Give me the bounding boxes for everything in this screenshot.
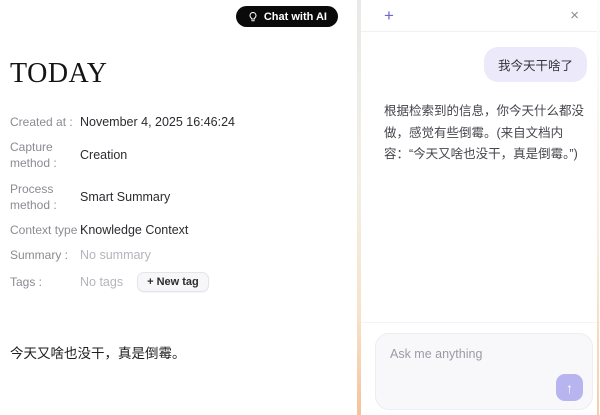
close-icon[interactable]: × — [570, 8, 579, 23]
meta-value: No summary — [80, 248, 151, 263]
send-button[interactable]: ↑ — [556, 374, 583, 401]
assistant-message-text: 根据检索到的信息，你今天什么都没做，感觉有些倒霉。(来自文档内容：“今天又啥也没… — [384, 104, 585, 161]
meta-value: November 4, 2025 16:46:24 — [80, 115, 235, 130]
arrow-up-icon: ↑ — [566, 379, 573, 396]
new-tag-button[interactable]: + New tag — [137, 272, 209, 293]
meta-label: Context type : — [10, 222, 85, 237]
meta-row-summary: Summary : No summary — [10, 247, 358, 263]
meta-row-tags: Tags : No tags + New tag — [10, 272, 358, 293]
chat-panel: + × 我今天干啥了 根据检索到的信息，你今天什么都没做，感觉有些倒霉。(来自文… — [361, 0, 600, 415]
chat-message-list: 我今天干啥了 根据检索到的信息，你今天什么都没做，感觉有些倒霉。(来自文档内容：… — [361, 47, 600, 166]
lightbulb-ai-icon — [247, 11, 259, 23]
chat-with-ai-label: Chat with AI — [263, 10, 327, 23]
no-tags-text: No tags — [80, 275, 124, 290]
meta-label: Capture method : — [10, 140, 57, 171]
meta-label: Summary : — [10, 248, 69, 263]
new-chat-plus-icon[interactable]: + — [384, 7, 394, 24]
user-message-bubble: 我今天干啥了 — [483, 47, 587, 82]
chat-input-area: ↑ — [361, 322, 600, 415]
meta-row-capture-method: Capture method : Creation — [10, 139, 358, 171]
meta-row-created-at: Created at : November 4, 2025 16:46:24 — [10, 114, 358, 130]
meta-value: Smart Summary — [80, 189, 171, 204]
meta-row-context-type: Context type : Knowledge Context — [10, 222, 358, 238]
document-pane: Chat with AI TODAY Created at : November… — [0, 0, 358, 415]
chat-input-box[interactable]: ↑ — [375, 333, 593, 410]
meta-value: Knowledge Context — [80, 223, 189, 238]
meta-label: Created at : — [10, 115, 73, 129]
panel-gradient-border-right — [597, 0, 599, 415]
metadata-list: Created at : November 4, 2025 16:46:24 C… — [10, 114, 358, 293]
meta-value: Creation — [80, 148, 128, 163]
meta-label: Tags : — [10, 275, 43, 290]
chat-with-ai-button[interactable]: Chat with AI — [235, 6, 338, 27]
chat-header: + × — [361, 0, 600, 32]
page-title: TODAY — [10, 58, 108, 89]
note-body-text: 今天又啥也没干，真是倒霉。 — [10, 346, 186, 362]
meta-row-process-method: Process method : Smart Summary — [10, 181, 358, 213]
meta-label: Process method : — [10, 181, 57, 212]
